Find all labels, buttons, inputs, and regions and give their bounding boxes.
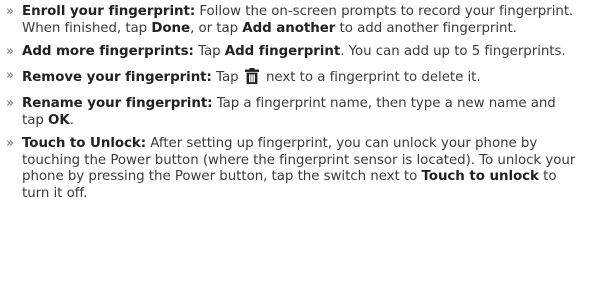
item-text: . You can add up to 5 fingerprints. [340,44,566,59]
item-title: Touch to Unlock: [22,136,147,151]
bullet-marker: » [6,96,14,111]
fingerprint-instructions-list: » Enroll your fingerprint: Follow the on… [4,4,579,202]
bullet-marker: » [6,44,14,59]
item-text: to add another fingerprint. [335,20,517,36]
bullet-marker: » [6,136,14,151]
item-title: Remove your fingerprint: [22,69,212,85]
list-item-touch-to-unlock: » Touch to Unlock: After setting up fing… [4,136,579,202]
done-label: Done [151,20,191,36]
item-title: Add more fingerprints: [22,44,194,59]
bullet-marker: » [6,4,14,19]
ok-label: OK [48,112,70,128]
item-text: . [69,112,74,128]
item-title: Enroll your fingerprint: [22,4,196,19]
item-text: Tap [211,69,243,85]
add-another-label: Add another [242,20,336,36]
item-text: , or tap [190,20,243,36]
item-text: Tap [193,44,225,59]
trash-icon [244,67,259,90]
list-item-rename-fingerprint: » Rename your fingerprint: Tap a fingerp… [4,96,579,129]
list-item-remove-fingerprint: » Remove your fingerprint: Tap next to a… [4,67,579,90]
instructions-page: » Enroll your fingerprint: Follow the on… [0,0,589,288]
bullet-marker: » [6,67,14,83]
list-item-add-more-fingerprints: » Add more fingerprints: Tap Add fingerp… [4,44,579,61]
item-title: Rename your fingerprint: [22,96,213,111]
add-fingerprint-label: Add fingerprint [224,44,341,59]
item-text: next to a fingerprint to delete it. [261,69,481,85]
list-item-enroll-fingerprint: » Enroll your fingerprint: Follow the on… [4,4,579,37]
touch-to-unlock-label: Touch to unlock [421,169,539,184]
